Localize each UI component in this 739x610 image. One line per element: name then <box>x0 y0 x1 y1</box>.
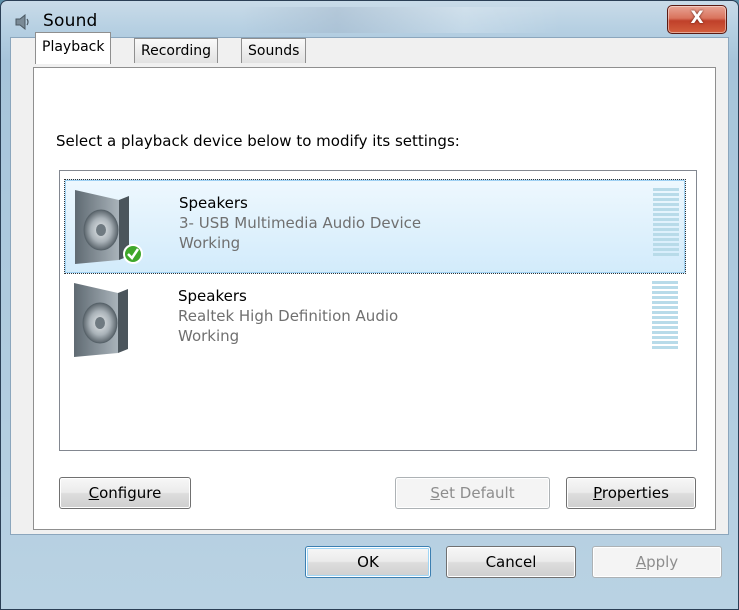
tab-playback[interactable]: Playback <box>35 32 112 64</box>
ok-button[interactable]: OK <box>305 546 431 578</box>
tab-recording-label: Recording <box>141 43 212 59</box>
title-bar-glass <box>241 7 561 33</box>
set-default-button[interactable]: Set Default <box>395 477 550 509</box>
instruction-text: Select a playback device below to modify… <box>56 132 460 150</box>
device-status: Working <box>179 234 241 252</box>
volume-meter <box>652 281 678 353</box>
device-name: Speakers <box>179 194 248 212</box>
device-name: Speakers <box>178 287 247 305</box>
device-description: Realtek High Definition Audio <box>178 307 399 325</box>
playback-device-list[interactable]: Speakers 3- USB Multimedia Audio Device … <box>59 170 697 451</box>
speaker-device-icon <box>75 190 143 264</box>
speaker-icon <box>15 14 29 30</box>
title-bar[interactable]: Sound X <box>1 1 738 37</box>
tab-recording[interactable]: Recording <box>134 38 219 63</box>
tab-sounds[interactable]: Sounds <box>241 38 307 63</box>
cancel-button[interactable]: Cancel <box>446 546 576 578</box>
device-description: 3- USB Multimedia Audio Device <box>179 214 422 232</box>
tab-playback-label: Playback <box>42 39 105 55</box>
window-title: Sound <box>43 11 98 31</box>
device-item-realtek-speakers[interactable]: Speakers Realtek High Definition Audio W… <box>64 273 684 366</box>
device-item-usb-speakers[interactable]: Speakers 3- USB Multimedia Audio Device … <box>64 179 686 274</box>
properties-button[interactable]: Properties <box>566 477 696 509</box>
device-status: Working <box>178 327 240 345</box>
configure-button[interactable]: Configure <box>59 477 191 509</box>
close-button[interactable]: X <box>667 5 727 34</box>
apply-button[interactable]: Apply <box>592 546 722 578</box>
speaker-device-icon <box>74 283 128 357</box>
volume-meter <box>653 188 679 260</box>
tab-sounds-label: Sounds <box>248 43 300 59</box>
close-icon: X <box>690 8 704 28</box>
